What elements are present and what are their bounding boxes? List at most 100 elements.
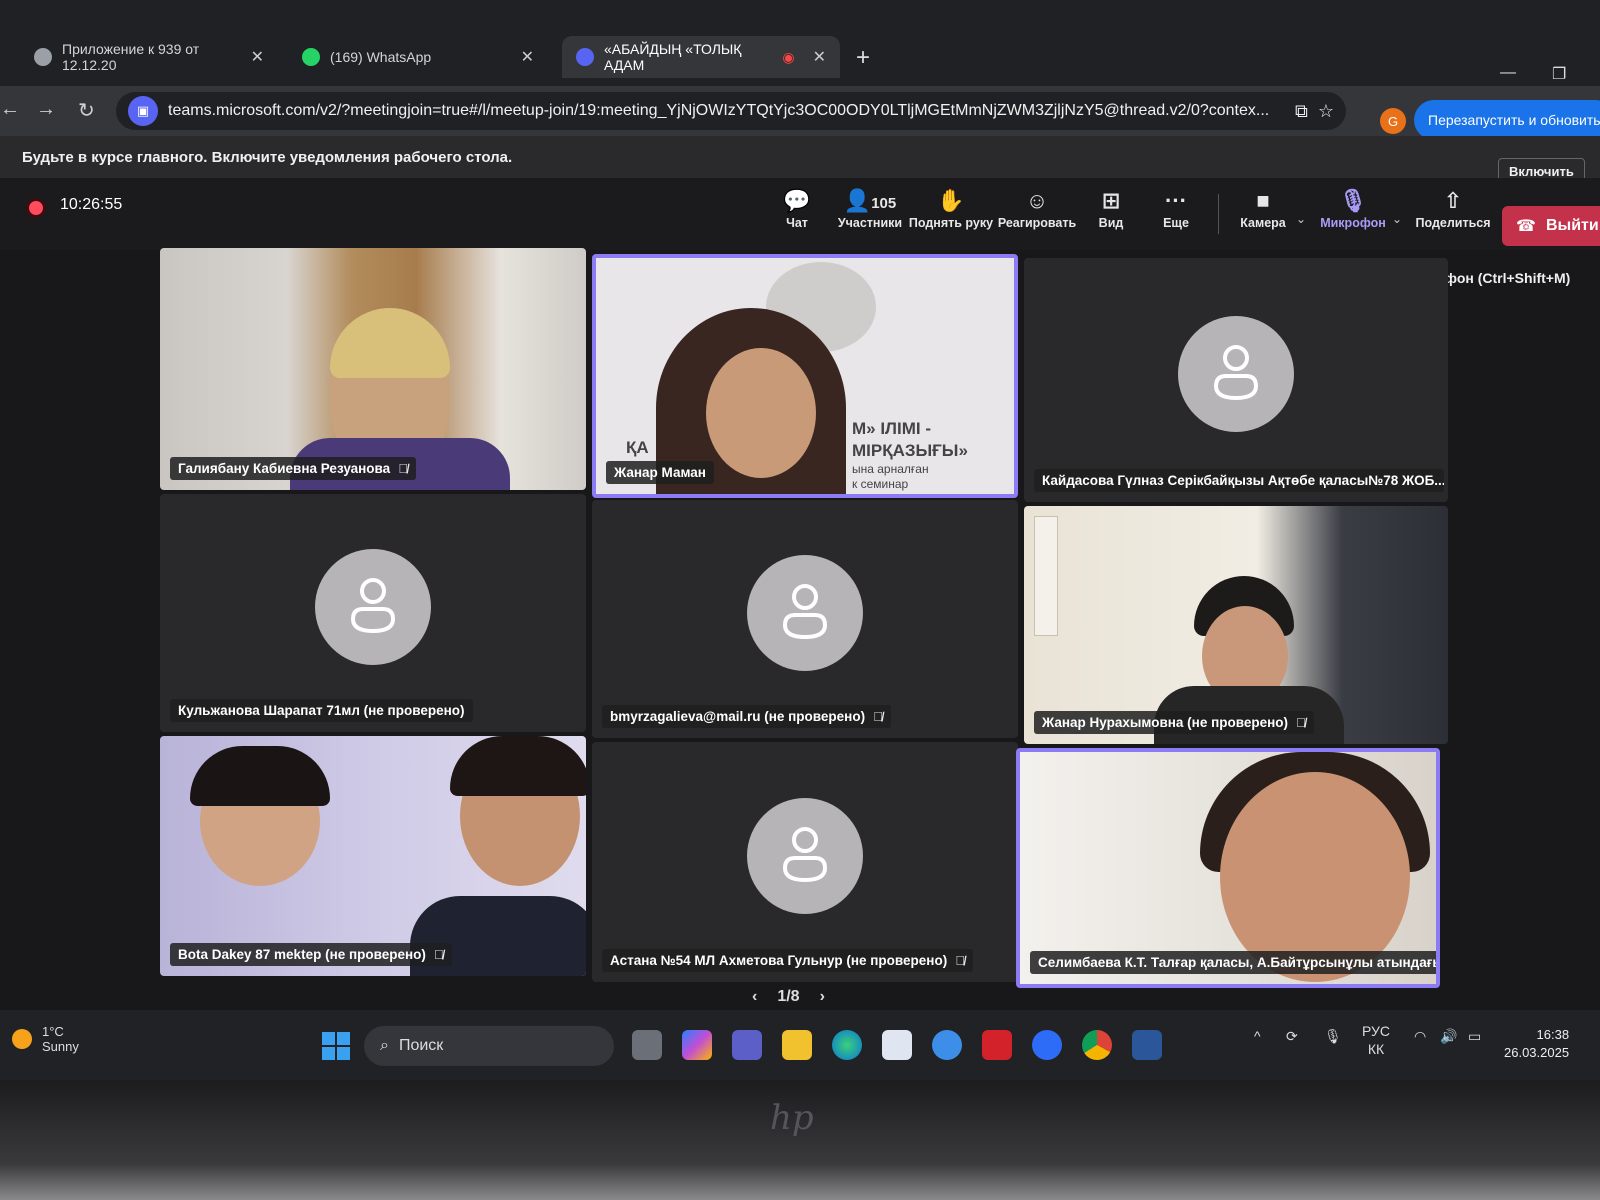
camera-icon: ■ (1256, 188, 1270, 213)
forward-icon[interactable]: → (36, 98, 56, 121)
slide-text: М» ІЛІМІ - МІРҚАЗЫҒЫ» ына арналған к сем… (852, 418, 968, 492)
video-feed (160, 248, 586, 490)
more-button[interactable]: ··· Еще (1144, 186, 1208, 230)
person-hair (190, 746, 330, 806)
weather-widget[interactable]: 1°C Sunny (12, 1024, 79, 1054)
tab-whatsapp[interactable]: (169) WhatsApp ✕ (288, 36, 548, 78)
chevron-down-icon[interactable]: ⌄ (1392, 212, 1402, 226)
leave-button[interactable]: ☎ Выйти (1502, 206, 1600, 246)
microphone-tray-icon[interactable]: 🎙 (1324, 1028, 1342, 1045)
tab-prilozhenie[interactable]: Приложение к 939 от 12.12.20 ✕ (20, 36, 278, 78)
windows-taskbar: 1°C Sunny ⌕ Поиск ^ ⟳ 🎙 РУС КК ◠ 🔊 ▭ 16:… (0, 1010, 1600, 1080)
tab-teams-meeting[interactable]: «АБАЙДЫҢ «ТОЛЫҚ АДАМ ◉ ✕ (562, 36, 840, 78)
person-face (706, 348, 816, 478)
chevron-down-icon[interactable]: ⌄ (1296, 212, 1306, 226)
react-button[interactable]: ☺ Реагировать (996, 186, 1078, 230)
participant-name: Жанар Маман (606, 461, 714, 484)
update-browser-button[interactable]: Перезапустить и обновить (1414, 100, 1600, 140)
temperature: 1°C (42, 1024, 64, 1039)
share-button[interactable]: ⇧ Поделиться (1410, 186, 1496, 230)
profile-avatar[interactable]: G (1380, 108, 1406, 134)
slide-line: к семинар (852, 477, 909, 491)
url-text: teams.microsoft.com/v2/?meetingjoin=true… (168, 102, 1270, 119)
tab-title: (169) WhatsApp (330, 49, 432, 65)
participant-tile[interactable]: Галиябану Кабиевна Резуанова 🎙̸ (160, 248, 586, 490)
input-language[interactable]: РУС КК (1362, 1022, 1390, 1058)
back-icon[interactable]: ← (0, 98, 20, 121)
participants-count: 105 (871, 195, 897, 212)
task-view-icon[interactable] (632, 1030, 662, 1060)
system-clock[interactable]: 16:38 26.03.2025 (1504, 1026, 1569, 1062)
sync-icon[interactable]: ⟳ (1286, 1028, 1298, 1045)
video-feed (1020, 752, 1436, 984)
globe-icon (34, 48, 52, 66)
taskbar-search[interactable]: ⌕ Поиск (364, 1026, 614, 1066)
name-label: Жанар Нурахымовна (не проверено) (1042, 715, 1289, 730)
chat-icon: 💬 (783, 188, 811, 213)
mic-off-icon: 🎙 (1339, 188, 1367, 213)
person-icon (782, 584, 828, 640)
hang-up-icon: ☎ (1516, 218, 1536, 235)
file-explorer-icon[interactable] (782, 1030, 812, 1060)
bookmark-star-icon[interactable]: ☆ (1318, 101, 1334, 122)
more-icon: ··· (1165, 188, 1187, 213)
help-icon[interactable] (932, 1030, 962, 1060)
word-icon[interactable] (1132, 1030, 1162, 1060)
volume-icon[interactable]: 🔊 (1440, 1028, 1457, 1045)
page-indicator: 1/8 (777, 988, 800, 1005)
meeting-toolbar: 10:26:55 💬 Чат 👤105 Участники ✋ Поднять … (0, 178, 1600, 250)
wall-poster (1034, 516, 1058, 636)
name-label: Жанар Маман (614, 465, 706, 480)
grid-icon: ⊞ (1101, 188, 1121, 213)
wifi-icon[interactable]: ◠ (1414, 1028, 1426, 1045)
zoom-icon[interactable] (1032, 1030, 1062, 1060)
cast-icon[interactable]: ⧉ (1295, 101, 1308, 122)
close-icon[interactable]: ✕ (521, 47, 534, 67)
share-icon: ⇧ (1443, 188, 1463, 213)
new-tab-button[interactable]: + (856, 44, 870, 72)
weather-condition: Sunny (42, 1039, 79, 1054)
participant-tile-speaking[interactable]: Селимбаева К.Т. Талғар қаласы, А.Байтұрс… (1016, 748, 1440, 988)
view-label: Вид (1098, 216, 1124, 230)
participants-button[interactable]: 👤105 Участники (830, 186, 910, 230)
reload-icon[interactable]: ↻ (78, 98, 95, 123)
chevron-up-icon[interactable]: ^ (1254, 1028, 1261, 1044)
view-button[interactable]: ⊞ Вид (1078, 186, 1144, 230)
participant-name: Селимбаева К.Т. Талғар қаласы, А.Байтұрс… (1030, 951, 1436, 974)
participant-tile[interactable]: Жанар Нурахымовна (не проверено) 🎙̸ (1024, 506, 1448, 744)
address-bar[interactable]: ▣ teams.microsoft.com/v2/?meetingjoin=tr… (116, 92, 1346, 130)
participant-tile[interactable]: Bota Dakey 87 mektep (не проверено) 🎙̸ (160, 736, 586, 976)
name-label: Кульжанова Шарапат 71мл (не проверено) (178, 703, 465, 718)
chrome-icon[interactable] (1082, 1030, 1112, 1060)
store-icon[interactable] (882, 1030, 912, 1060)
minimize-icon[interactable]: — (1500, 64, 1516, 82)
participant-tile[interactable]: Астана №54 МЛ Ахметова Гульнур (не прове… (592, 742, 1018, 982)
person-icon (350, 578, 396, 634)
edge-icon[interactable] (832, 1030, 862, 1060)
site-info-icon[interactable]: ▣ (128, 96, 158, 126)
clock-time: 16:38 (1536, 1027, 1570, 1042)
participant-tile-speaking[interactable]: М» ІЛІМІ - МІРҚАЗЫҒЫ» ына арналған к сем… (592, 254, 1018, 498)
battery-icon[interactable]: ▭ (1468, 1028, 1481, 1045)
participant-name: Кайдасова Гүлназ Серікбайқызы Ақтөбе қал… (1034, 469, 1444, 492)
windows-start-icon[interactable] (322, 1032, 350, 1060)
mcafee-icon[interactable] (982, 1030, 1012, 1060)
close-icon[interactable]: ✕ (813, 47, 826, 67)
camera-button[interactable]: ■ Камера (1226, 186, 1300, 230)
restore-icon[interactable]: ❐ (1552, 64, 1566, 84)
participant-tile[interactable]: Кульжанова Шарапат 71мл (не проверено) (160, 494, 586, 732)
chevron-left-icon[interactable]: ‹ (752, 988, 757, 1006)
notification-bar: Будьте в курсе главного. Включите уведом… (0, 136, 1600, 185)
close-icon[interactable]: ✕ (251, 47, 264, 67)
person-icon (782, 827, 828, 883)
chat-button[interactable]: 💬 Чат (760, 186, 834, 230)
participant-tile[interactable]: bmyrzagalieva@mail.ru (не проверено) 🎙̸ (592, 500, 1018, 738)
microphone-button[interactable]: 🎙 Микрофон (1316, 186, 1390, 230)
whatsapp-icon (302, 48, 320, 66)
raise-hand-button[interactable]: ✋ Поднять руку (906, 186, 996, 230)
raise-hand-label: Поднять руку (908, 216, 994, 230)
teams-icon[interactable] (732, 1030, 762, 1060)
chevron-right-icon[interactable]: › (820, 988, 825, 1006)
copilot-icon[interactable] (682, 1030, 712, 1060)
participant-tile[interactable]: Кайдасова Гүлназ Серікбайқызы Ақтөбе қал… (1024, 258, 1448, 502)
